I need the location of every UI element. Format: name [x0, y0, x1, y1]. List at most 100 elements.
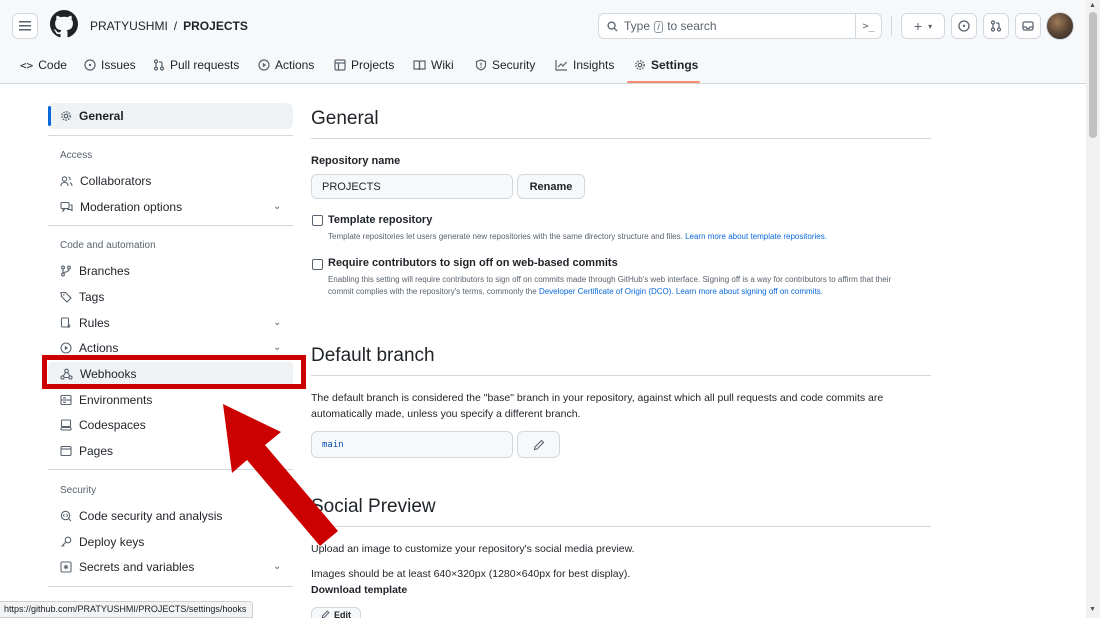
sidebar-heading-security: Security: [60, 485, 97, 496]
sidebar-item-code-security[interactable]: Code security and analysis: [60, 509, 222, 523]
rename-button[interactable]: Rename: [517, 174, 585, 199]
table-icon: [334, 59, 346, 71]
user-avatar[interactable]: [1046, 12, 1074, 40]
page-scrollbar[interactable]: ▲ ▼: [1086, 0, 1100, 618]
book-icon: [413, 60, 426, 71]
heading-divider: [311, 526, 931, 527]
issue-opened-icon: [958, 20, 970, 32]
sidebar-item-rules[interactable]: Rules: [60, 316, 110, 330]
tab-projects-label: Projects: [351, 58, 395, 72]
header-divider: [891, 16, 892, 36]
tab-settings[interactable]: Settings: [634, 58, 698, 72]
social-edit-button[interactable]: Edit: [311, 607, 361, 618]
codescan-icon: [60, 510, 72, 522]
comment-discussion-icon: [60, 201, 73, 213]
dco-link[interactable]: Developer Certificate of Origin (DCO).: [539, 287, 674, 296]
signoff-label[interactable]: Require contributors to sign off on web-…: [328, 257, 618, 269]
tab-code[interactable]: <> Code: [20, 58, 67, 72]
sidebar-divider: [48, 586, 293, 587]
gear-icon: [635, 60, 645, 70]
sidebar-item-label: Collaborators: [80, 174, 152, 188]
chevron-down-icon[interactable]: ⌄: [273, 317, 281, 328]
sidebar-item-branches[interactable]: Branches: [60, 264, 130, 278]
sidebar-divider: [48, 469, 293, 470]
general-heading: General: [311, 108, 379, 129]
code-icon: <>: [20, 58, 34, 72]
repo-link[interactable]: PROJECTS: [183, 19, 248, 33]
tab-wiki[interactable]: Wiki: [413, 58, 454, 72]
search-input[interactable]: Type / to search >_: [598, 13, 882, 39]
repo-name-input[interactable]: PROJECTS: [311, 174, 513, 199]
social-preview-heading: Social Preview: [311, 496, 436, 517]
plus-icon: +: [913, 18, 923, 34]
edit-branch-button[interactable]: [517, 431, 560, 458]
search-suffix: to search: [667, 19, 717, 33]
sidebar-item-environments[interactable]: Environments: [60, 393, 152, 407]
sidebar-divider: [48, 135, 293, 136]
sidebar-item-deploy-keys[interactable]: Deploy keys: [60, 535, 144, 549]
search-prefix: Type: [624, 19, 651, 33]
tab-wiki-label: Wiki: [431, 58, 454, 72]
tab-actions[interactable]: Actions: [258, 58, 314, 72]
pull-request-icon: [153, 59, 165, 71]
people-icon: [60, 176, 73, 187]
scroll-down-icon[interactable]: ▼: [1089, 606, 1096, 613]
tab-projects[interactable]: Projects: [334, 58, 394, 72]
template-repository-checkbox[interactable]: [312, 215, 323, 226]
repo-push-icon: [60, 317, 71, 328]
template-repository-label[interactable]: Template repository: [328, 214, 432, 226]
github-logo-icon[interactable]: [50, 10, 78, 38]
signoff-learn-more-link[interactable]: Learn more about signing off on commits.: [676, 287, 823, 296]
template-note-text: Template repositories let users generate…: [328, 232, 683, 241]
arrow-shape: [223, 404, 338, 546]
branch-icon: [61, 265, 71, 277]
sidebar-item-label: Actions: [79, 341, 119, 355]
create-new-button[interactable]: + ▾: [901, 13, 945, 39]
repo-name-label: Repository name: [311, 155, 401, 167]
active-tab-underline: [627, 81, 700, 83]
graph-icon: [555, 60, 567, 71]
sidebar-item-general[interactable]: General: [60, 109, 124, 123]
sidebar-item-secrets-variables[interactable]: Secrets and variables: [60, 560, 194, 574]
server-icon: [60, 394, 72, 406]
tab-insights[interactable]: Insights: [555, 58, 614, 72]
command-palette-button[interactable]: >_: [855, 14, 881, 38]
sidebar-item-codespaces[interactable]: Codespaces: [60, 418, 146, 432]
tab-pull-requests[interactable]: Pull requests: [153, 58, 239, 72]
global-header: PRATYUSHMI / PROJECTS Type / to search >…: [0, 0, 1086, 50]
tab-settings-label: Settings: [651, 58, 699, 72]
sidebar-item-label: Deploy keys: [79, 535, 145, 549]
hamburger-icon: [19, 21, 31, 31]
sidebar-active-indicator: [48, 106, 51, 126]
chevron-down-icon[interactable]: ⌄: [273, 201, 281, 212]
link-status-bar: https://github.com/PRATYUSHMI/PROJECTS/s…: [0, 601, 254, 618]
default-branch-heading: Default branch: [311, 345, 435, 366]
chevron-down-icon[interactable]: ⌄: [273, 342, 281, 353]
sidebar-item-pages[interactable]: Pages: [60, 444, 113, 458]
default-branch-description: The default branch is considered the "ba…: [311, 392, 884, 420]
menu-button[interactable]: [12, 13, 38, 39]
signoff-checkbox[interactable]: [312, 259, 323, 270]
template-learn-more-link[interactable]: Learn more about template repositories.: [685, 232, 827, 241]
social-edit-label: Edit: [334, 609, 351, 618]
sidebar-item-actions[interactable]: Actions: [60, 341, 118, 355]
download-template-link[interactable]: Download template: [311, 582, 931, 598]
tab-issues[interactable]: Issues: [84, 58, 136, 72]
heading-divider: [311, 138, 931, 139]
inbox-button[interactable]: [1015, 13, 1041, 39]
sidebar-item-tags[interactable]: Tags: [60, 290, 104, 304]
tab-code-label: Code: [38, 58, 67, 72]
caret-down-icon: ▾: [928, 21, 933, 31]
scroll-up-icon[interactable]: ▲: [1089, 2, 1096, 9]
sidebar-item-moderation-options[interactable]: Moderation options: [60, 200, 182, 214]
sidebar-item-label: Code security and analysis: [79, 509, 223, 523]
pull-requests-button[interactable]: [983, 13, 1009, 39]
owner-link[interactable]: PRATYUSHMI: [90, 19, 168, 33]
issues-button[interactable]: [951, 13, 977, 39]
sidebar-heading-access: Access: [60, 150, 93, 161]
chevron-down-icon[interactable]: ⌄: [273, 561, 281, 572]
sidebar-item-collaborators[interactable]: Collaborators: [60, 174, 151, 188]
tab-security[interactable]: Security: [475, 58, 535, 72]
sidebar-item-label: Rules: [79, 316, 110, 330]
scroll-thumb[interactable]: [1089, 12, 1097, 138]
